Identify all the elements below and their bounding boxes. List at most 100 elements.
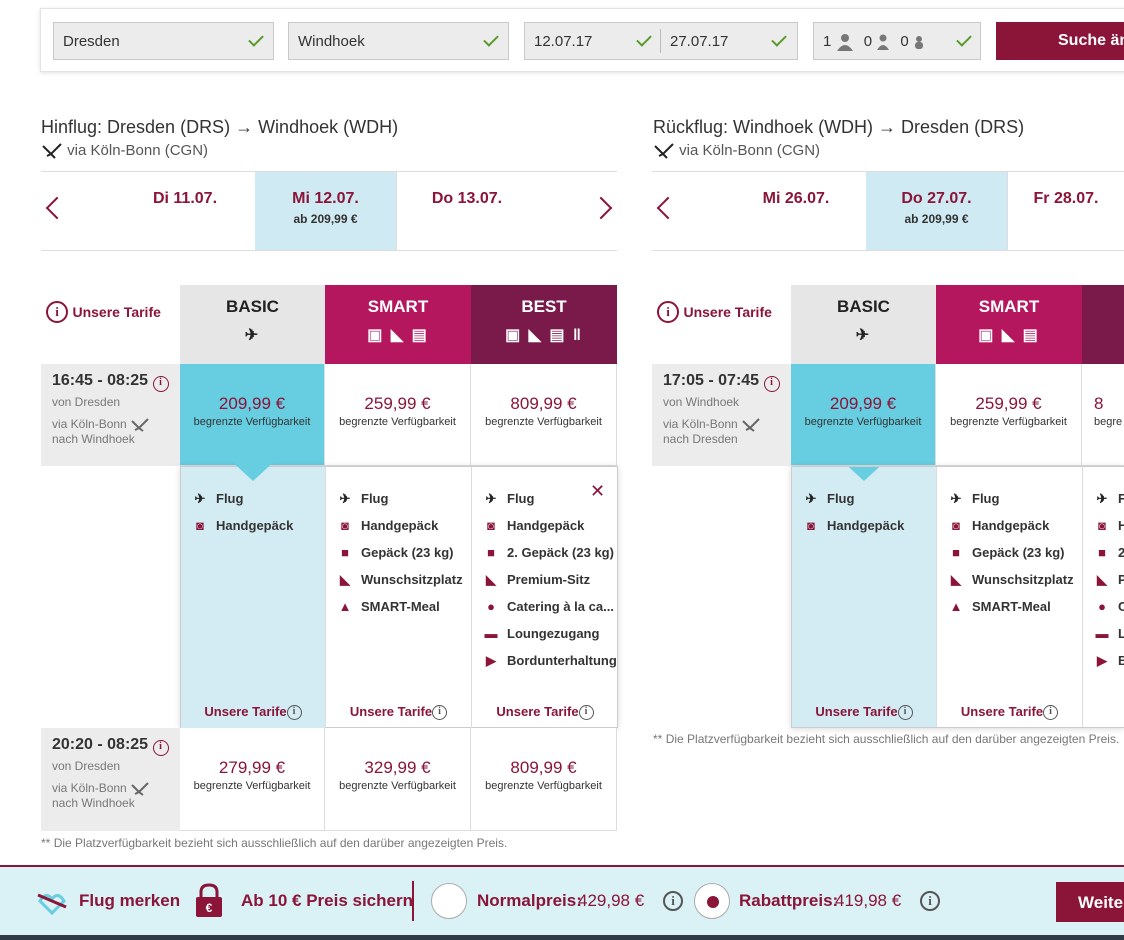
plane-icon: ✈ <box>950 491 962 506</box>
selection-pointer <box>229 459 277 481</box>
passengers-field[interactable]: 1 0 0 <box>813 22 981 60</box>
price-cell[interactable]: 8 begre <box>1082 364 1124 466</box>
selection-pointer <box>840 467 888 481</box>
tarife-link[interactable]: i Unsere Tarife <box>46 301 161 323</box>
tariff-features-panel: ✈ Flug ◙ Handgepäck Unsere Tarife i ✈ Flug ◙… <box>180 459 618 728</box>
price-cell[interactable]: 329,99 € begrenzte Verfügbarkeit <box>325 728 471 831</box>
tarife-link[interactable]: Unsere Tarife i <box>472 704 618 720</box>
smart-features-icons: ▣ ◣ ▤ <box>978 327 1040 344</box>
tariff-header-smart[interactable]: SMART ▣ ◣ ▤ <box>936 285 1082 364</box>
best-features-icons: ▣ ◣ ▤ ‖ <box>505 327 583 344</box>
meal-icon: ▲ <box>338 599 352 614</box>
return-date-value: 27.07.17 <box>670 33 729 50</box>
chevron-right-icon[interactable] <box>589 196 613 220</box>
origin-value: Dresden <box>63 33 120 50</box>
outbound-footnote: ** Die Platzverfügbarkeit bezieht sich a… <box>41 836 508 850</box>
normal-price-label: Normalpreis: <box>477 891 582 910</box>
catering-icon: ● <box>487 599 495 614</box>
date-option-selected[interactable]: Do 27.07. ab 209,99 € <box>866 172 1007 250</box>
date-option[interactable]: Do 13.07. <box>397 172 537 250</box>
chevron-left-icon[interactable] <box>656 196 680 220</box>
info-icon: i <box>46 301 68 323</box>
outbound-via: via Köln-Bonn (CGN) <box>41 142 208 160</box>
plane-icon: ✈ <box>194 491 206 506</box>
tariff-features-panel: ✈ Flug ◙ Handgepäck Unsere Tarife i ✈ Flug ◙… <box>791 466 1124 728</box>
luggage-icon: ■ <box>952 545 960 560</box>
normal-price-radio[interactable] <box>431 883 467 919</box>
origin-field[interactable]: Dresden <box>53 22 274 60</box>
destination-field[interactable]: Windhoek <box>288 22 509 60</box>
chevron-left-icon[interactable] <box>45 196 69 220</box>
best-features: ✈F ◙H ■2 ◣P ●C ▬L ▶B <box>1083 467 1124 727</box>
tariff-header-basic[interactable]: BASIC ✈ <box>180 285 325 364</box>
price-cell-selected[interactable]: 209,99 € begrenzte Verfügbarkeit <box>180 364 325 466</box>
plane-icon: ✈ <box>855 327 872 344</box>
luggage-icon: ■ <box>487 545 495 560</box>
tariff-header-smart[interactable]: SMART ▣ ◣ ▤ <box>325 285 471 364</box>
search-button[interactable]: Suche änd <box>996 22 1124 60</box>
heart-plane-icon <box>37 893 67 915</box>
flight-row-info: 20:20 - 08:25 i von Dresden via Köln-Bon… <box>41 728 180 831</box>
lounge-icon: ▬ <box>1095 626 1109 641</box>
children-count: 0 <box>863 33 873 50</box>
info-icon[interactable]: i <box>663 891 683 911</box>
tariff-header-best[interactable]: BEST ▣ ◣ ▤ ‖ <box>471 285 617 364</box>
check-icon <box>248 31 264 47</box>
outbound-via-text: via Köln-Bonn (CGN) <box>67 142 209 159</box>
tarife-link[interactable]: Unsere Tarife i <box>181 704 325 720</box>
normal-price-value: 429,98 € <box>578 891 645 910</box>
price-cell[interactable]: 809,99 € begrenzte Verfügbarkeit <box>471 364 617 466</box>
basic-features: ✈ Flug ◙ Handgepäck Unsere Tarife i <box>181 467 326 728</box>
tariff-header-basic[interactable]: BASIC ✈ <box>791 285 936 364</box>
price-cell[interactable]: 259,99 € begrenzte Verfügbarkeit <box>936 364 1082 466</box>
premium-seat-icon: ◣ <box>486 572 496 587</box>
close-icon[interactable]: ✕ <box>590 481 605 502</box>
plane-icon: ✈ <box>1096 491 1108 506</box>
seat-icon: ◣ <box>951 572 961 587</box>
tariff-header-best[interactable] <box>1082 285 1124 364</box>
date-option[interactable]: Fr 28.07. <box>1008 172 1124 250</box>
smart-features: ✈ Flug ◙ Handgepäck ■ Gepäck (23 kg) ◣ Wunsc… <box>937 467 1083 727</box>
continue-button[interactable]: Weiter <box>1056 882 1124 922</box>
return-date-strip: Mi 26.07. Do 27.07. ab 209,99 € Fr 28.07. <box>652 171 1124 251</box>
hand-baggage-icon: ◙ <box>1098 518 1106 533</box>
meal-icon: ▲ <box>949 599 963 614</box>
tarife-link[interactable]: Unsere Tarife i <box>326 704 471 720</box>
plane-icon: ✈ <box>485 491 497 506</box>
stopover-plane-icon <box>131 418 149 432</box>
date-option-selected[interactable]: Mi 12.07. ab 209,99 € <box>255 172 396 250</box>
price-cell[interactable]: 259,99 € begrenzte Verfügbarkeit <box>325 364 471 466</box>
smart-features: ✈ Flug ◙ Handgepäck ■ Gepäck (23 kg) ◣ Wunsc… <box>326 467 472 728</box>
tarife-link[interactable]: i Unsere Tarife <box>657 301 772 323</box>
price-lock-icon: € <box>196 883 222 917</box>
info-icon: i <box>657 301 679 323</box>
outbound-title: Hinflug: Dresden (DRS) → Windhoek (WDH) <box>41 117 399 137</box>
price-cell[interactable]: 809,99 € begrenzte Verfügbarkeit <box>471 728 617 831</box>
return-footnote: ** Die Platzverfügbarkeit bezieht sich a… <box>653 732 1120 746</box>
flight-row-info: 16:45 - 08:25 i von Dresden via Köln-Bon… <box>41 364 180 466</box>
price-cell-selected[interactable]: 209,99 € begrenzte Verfügbarkeit <box>791 364 936 466</box>
date-option[interactable]: Mi 26.07. <box>726 172 866 250</box>
tarife-link[interactable]: Unsere Tarife i <box>792 704 936 720</box>
infants-count: 0 <box>900 33 909 50</box>
discount-price-label: Rabattpreis: <box>739 891 839 910</box>
check-icon <box>956 31 972 47</box>
price-cell[interactable]: 279,99 € begrenzte Verfügbarkeit <box>180 728 325 831</box>
stopover-plane-icon <box>42 143 62 159</box>
entertainment-icon: ▶ <box>1097 653 1107 668</box>
catering-icon: ● <box>1098 599 1106 614</box>
hand-baggage-icon: ◙ <box>341 518 349 533</box>
plane-icon: ✈ <box>244 327 261 344</box>
tarife-link[interactable]: Unsere Tarife i <box>937 704 1082 720</box>
search-bar: Dresden Windhoek 12.07.17 27.07.17 1 0 0… <box>40 8 1124 72</box>
remember-flight-button[interactable]: Flug merken <box>79 891 180 911</box>
return-via-text: via Köln-Bonn (CGN) <box>679 142 821 159</box>
info-icon[interactable]: i <box>920 891 940 911</box>
date-option[interactable]: Di 11.07. <box>115 172 255 250</box>
date-field[interactable]: 12.07.17 27.07.17 <box>524 22 798 60</box>
destination-value: Windhoek <box>298 33 365 50</box>
return-title: Rückflug: Windhoek (WDH) → Dresden (DRS) <box>653 117 1025 137</box>
return-via: via Köln-Bonn (CGN) <box>653 142 820 160</box>
price-hold-button[interactable]: Ab 10 € Preis sichern <box>241 891 413 911</box>
discount-price-radio[interactable] <box>694 883 730 919</box>
